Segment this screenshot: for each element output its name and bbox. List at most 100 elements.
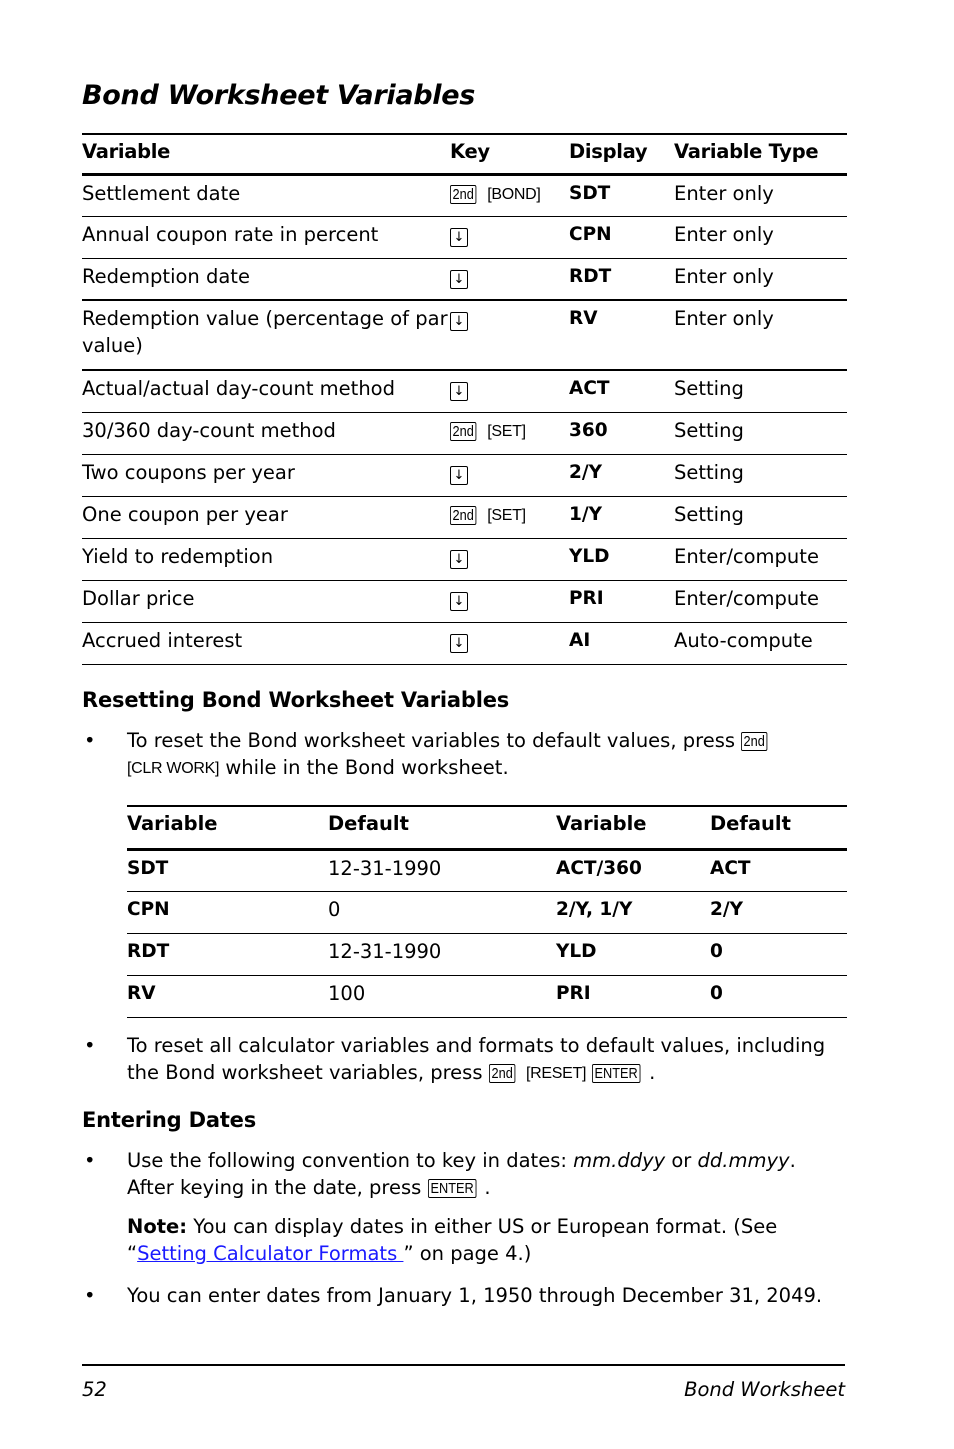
cell-variable: ACT/360 xyxy=(556,857,642,879)
cell-display: AI xyxy=(569,629,591,651)
key-label: SET xyxy=(491,422,522,440)
cell-display: CPN xyxy=(569,223,612,245)
key-enter-icon: ENTER xyxy=(427,1179,476,1198)
column-header-variable: Variable xyxy=(82,140,171,163)
section-heading-entering-dates: Entering Dates xyxy=(82,1108,257,1132)
table-header-row: Variable Default Variable Default xyxy=(127,806,847,849)
cell-default: 0 xyxy=(710,940,723,962)
bullet-reset-worksheet: • To reset the Bond worksheet variables … xyxy=(82,727,847,782)
down-arrow-key-icon: ↓ xyxy=(450,549,468,569)
key-set-icon: [SET] xyxy=(487,422,526,440)
table-row: One coupon per year 2nd [SET] 1/Y Setting xyxy=(82,496,847,538)
down-arrow-key-icon: ↓ xyxy=(450,312,468,331)
cell-variable: Redemption value (percentage of par valu… xyxy=(82,307,448,357)
key-set-icon: [SET] xyxy=(487,506,526,524)
cell-variable: SDT xyxy=(127,857,169,879)
defaults-table: Variable Default Variable Default SDT 12-… xyxy=(127,805,847,1018)
cell-key: ↓ xyxy=(450,216,569,258)
cell-display: 360 xyxy=(569,419,608,441)
cell-key: ↓ xyxy=(450,454,569,496)
key-2nd-icon: 2nd xyxy=(488,1064,516,1083)
cell-key: ↓ xyxy=(450,258,569,300)
down-arrow-key-icon: ↓ xyxy=(450,382,468,401)
table-row: Dollar price ↓ PRI Enter/compute xyxy=(82,580,847,622)
bullet-icon: • xyxy=(84,1034,96,1057)
cell-variable: One coupon per year xyxy=(82,502,288,526)
cell-variable: CPN xyxy=(127,898,170,920)
footer-divider xyxy=(82,1364,845,1366)
key-2nd-icon: 2nd xyxy=(450,421,477,441)
cell-variable-type: Enter only xyxy=(674,222,774,246)
variables-table: Variable Key Display Variable Type Settl… xyxy=(82,133,847,665)
cell-variable: PRI xyxy=(556,982,591,1004)
cell-display: 2/Y xyxy=(569,461,603,483)
cell-variable: Annual coupon rate in percent xyxy=(82,222,379,246)
key-label: CLR WORK xyxy=(131,760,215,777)
key-clr-work-icon: [CLR WORK] xyxy=(127,760,220,777)
key-reset-icon: [RESET] xyxy=(525,1065,587,1082)
down-arrow-key-icon: ↓ xyxy=(450,465,468,485)
defaults-table-body: SDT 12-31-1990 ACT/360 ACT CPN 0 2/Y, 1/Y 2/Y RD… xyxy=(127,849,847,1017)
column-header-variable: Variable xyxy=(127,812,218,835)
down-arrow-key-icon: ↓ xyxy=(450,269,468,289)
bullet-text: To reset all calculator variables and fo… xyxy=(127,1032,847,1087)
bullet-reset-all: • To reset all calculator variables and … xyxy=(82,1032,847,1087)
cell-variable: Redemption date xyxy=(82,264,250,288)
table-row: 30/360 day-count method 2nd [SET] 360 Setti… xyxy=(82,412,847,454)
text: To reset the Bond worksheet variables to… xyxy=(127,729,736,752)
cell-variable: Accrued interest xyxy=(82,628,243,652)
footer-section-title: Bond Worksheet xyxy=(684,1378,845,1401)
table-row: RV 100 PRI 0 xyxy=(127,975,847,1017)
column-header-key: Key xyxy=(450,140,490,163)
cell-display: SDT xyxy=(569,182,611,204)
cell-variable: 30/360 day-count method xyxy=(82,418,336,442)
cell-variable: Yield to redemption xyxy=(82,544,274,568)
cell-variable-type: Setting xyxy=(674,377,744,400)
setting-calculator-formats-link[interactable]: Setting Calculator Formats xyxy=(137,1242,403,1265)
cell-default: ACT xyxy=(710,857,751,879)
cell-display: RV xyxy=(569,308,598,329)
key-2nd-icon: 2nd xyxy=(450,184,477,204)
cell-variable: Two coupons per year xyxy=(82,460,295,484)
cell-variable-type: Setting xyxy=(674,460,744,484)
cell-default: 0 xyxy=(710,982,723,1004)
table-row: CPN 0 2/Y, 1/Y 2/Y xyxy=(127,891,847,933)
key-label: BOND xyxy=(491,185,537,203)
date-format-us: mm.ddyy xyxy=(573,1149,666,1172)
cell-key: 2nd [SET] xyxy=(450,496,569,538)
cell-variable-type: Enter only xyxy=(674,307,774,330)
table-row: Yield to redemption ↓ YLD Enter/compute xyxy=(82,538,847,580)
note: Note: You can display dates in either US… xyxy=(127,1213,847,1267)
key-enter-icon: ENTER xyxy=(592,1064,641,1083)
cell-variable-type: Enter only xyxy=(674,181,774,205)
cell-display: RDT xyxy=(569,265,612,287)
cell-display: YLD xyxy=(569,545,610,567)
cell-default: 100 xyxy=(328,981,366,1005)
cell-default: 12-31-1990 xyxy=(328,856,442,880)
key-label: SET xyxy=(491,506,522,524)
key-2nd-icon: 2nd xyxy=(741,732,768,751)
cell-key: 2nd [SET] xyxy=(450,412,569,454)
key-2nd-icon: 2nd xyxy=(450,505,477,525)
cell-key: ↓ xyxy=(450,622,569,664)
bullet-icon: • xyxy=(84,729,96,752)
cell-display: 1/Y xyxy=(569,503,603,525)
text: while in the Bond worksheet. xyxy=(225,756,509,779)
bullet-text: Use the following convention to key in d… xyxy=(127,1147,847,1201)
cell-display: PRI xyxy=(569,587,604,609)
text: . xyxy=(484,1176,491,1199)
cell-variable-type: Enter/compute xyxy=(674,586,819,610)
cell-key: ↓ xyxy=(450,300,569,370)
cell-variable: RDT xyxy=(127,940,170,962)
key-bond-icon: [BOND] xyxy=(487,185,541,203)
bullet-date-range: • You can enter dates from January 1, 19… xyxy=(82,1282,847,1309)
bullet-text: To reset the Bond worksheet variables to… xyxy=(127,727,847,782)
section-heading-resetting: Resetting Bond Worksheet Variables xyxy=(82,688,510,712)
text: ” on page 4.) xyxy=(403,1242,532,1265)
text: To reset all calculator variables and fo… xyxy=(127,1034,826,1084)
table-row: RDT 12-31-1990 YLD 0 xyxy=(127,933,847,975)
cell-variable-type: Enter/compute xyxy=(674,544,819,568)
note-label: Note: xyxy=(127,1215,188,1238)
date-format-eu: dd.mmyy xyxy=(697,1149,790,1172)
column-header-display: Display xyxy=(569,140,648,163)
